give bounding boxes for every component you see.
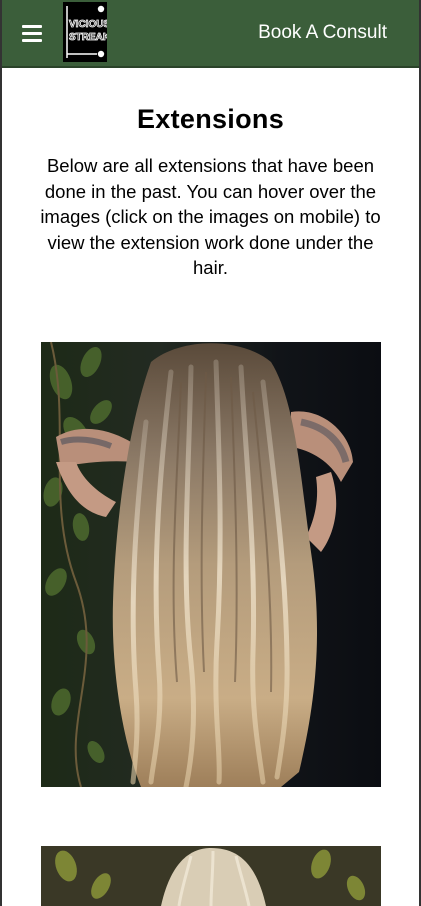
- svg-text:STREAK: STREAK: [69, 32, 107, 43]
- page-title: Extensions: [136, 104, 285, 134]
- intro-text: Below are all extensions that have been …: [40, 155, 381, 278]
- extension-gallery-photo[interactable]: [41, 342, 381, 787]
- top-navigation-bar: VICIOUS STREAK Book A Consult: [2, 0, 419, 68]
- vicious-streak-logo[interactable]: VICIOUS STREAK: [63, 2, 107, 62]
- book-a-consult-link[interactable]: Book A Consult: [258, 22, 387, 44]
- svg-text:VICIOUS: VICIOUS: [69, 19, 107, 30]
- hamburger-menu-icon[interactable]: [22, 24, 42, 42]
- extension-gallery-photo[interactable]: [41, 846, 381, 906]
